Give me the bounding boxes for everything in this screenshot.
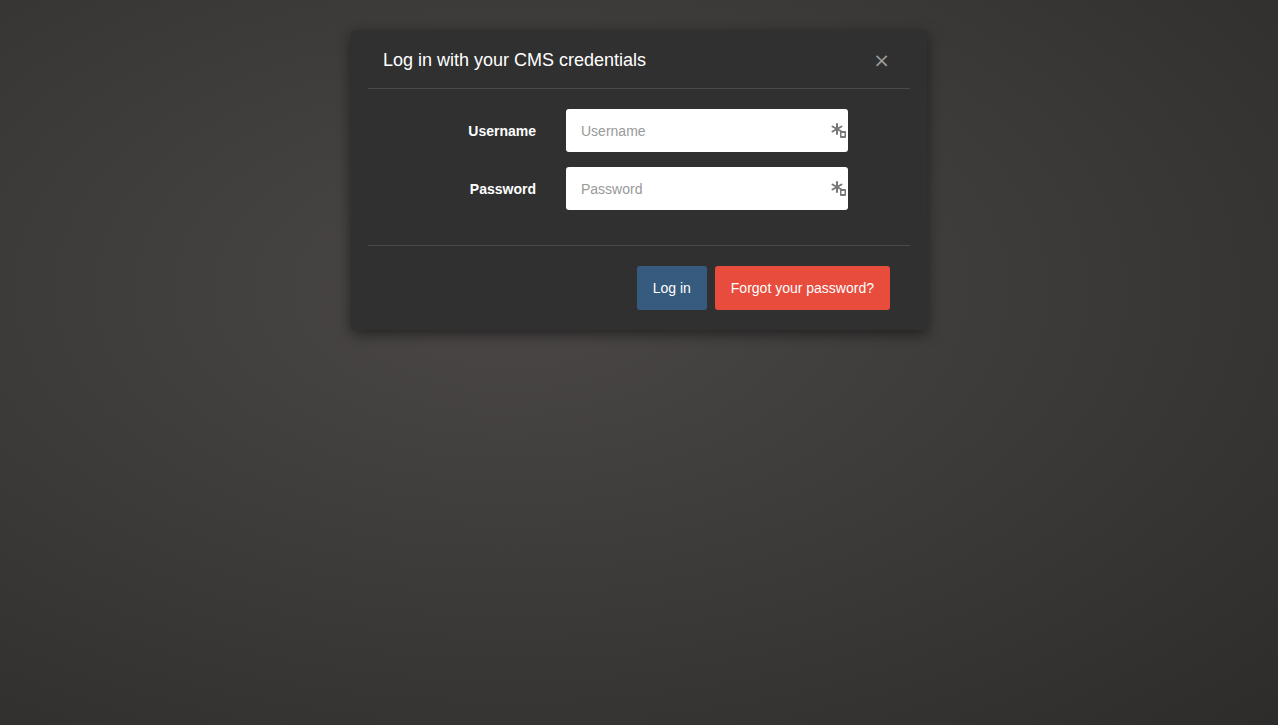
field-label: Password [368,181,536,197]
login-button[interactable]: Log in [637,266,707,310]
background-photo: Log in with your CMS credentials × Usernam… [0,0,1278,725]
password-manager-icon[interactable] [831,123,847,139]
text-input[interactable] [566,109,848,152]
dialog-header: Log in with your CMS credentials × [368,30,910,89]
login-form: Username Password [368,89,910,246]
forgot-password-button[interactable]: Forgot your password? [715,266,890,310]
field-wrapper [566,109,848,152]
password-manager-icon[interactable] [831,181,847,197]
dialog-title: Log in with your CMS credentials [383,50,646,71]
field-label: Username [368,123,536,139]
login-dialog: Log in with your CMS credentials × Usernam… [351,30,927,330]
field-wrapper [566,167,848,210]
dialog-footer: Log inForgot your password? [368,246,910,330]
close-button[interactable]: × [867,50,896,70]
password-input[interactable] [566,167,848,210]
